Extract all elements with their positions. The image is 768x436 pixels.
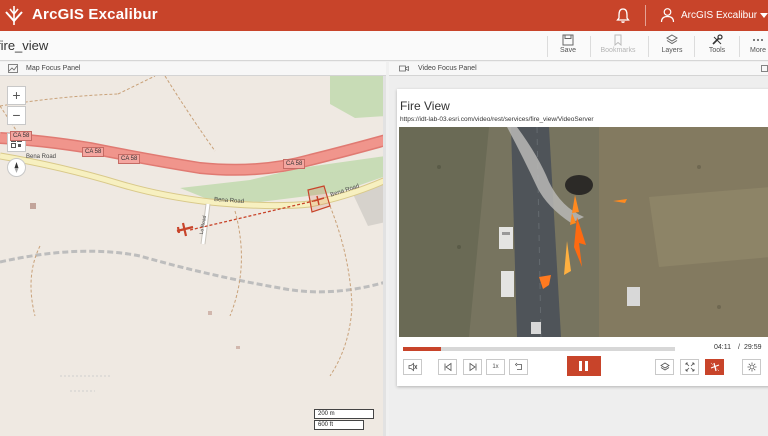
excalibur-logo-icon (5, 6, 23, 25)
video-panel: Fire View https://idt-lab-03.esri.com/vi… (389, 76, 768, 436)
maximize-icon[interactable] (761, 65, 768, 72)
save-button[interactable]: Save (556, 34, 580, 54)
layers-icon (659, 362, 670, 371)
gear-icon (747, 362, 756, 372)
more-icon (753, 39, 763, 41)
page-title: fire_view (0, 38, 49, 53)
map-view[interactable]: + − CA 58 CA 58 CA 58 CA 58 Bena Road Be… (0, 76, 386, 436)
toolbar-divider (648, 36, 649, 57)
pause-icon (579, 361, 582, 371)
layers-icon (666, 34, 678, 45)
save-icon (562, 34, 574, 46)
time-separator: / (738, 344, 740, 351)
video-progress-fill (403, 347, 442, 351)
tools-label: Tools (708, 47, 726, 54)
toolbar-divider (547, 36, 548, 57)
follow-sensor-button[interactable] (705, 359, 724, 375)
bookmarks-label: Bookmarks (600, 47, 636, 54)
bookmarks-button[interactable]: Bookmarks (598, 34, 638, 54)
step-back-button[interactable] (438, 359, 457, 375)
video-frame[interactable] (399, 127, 768, 337)
toolbar-divider (739, 36, 740, 57)
zoom-out-button[interactable]: − (7, 106, 26, 125)
replay-button[interactable] (509, 359, 528, 375)
video-settings-button[interactable] (742, 359, 761, 375)
street-label: Bena Road (26, 154, 57, 160)
step-forward-button[interactable] (463, 359, 482, 375)
more-button[interactable]: More (747, 34, 768, 54)
basemap[interactable] (0, 76, 386, 436)
playback-speed-button[interactable]: 1x (486, 359, 505, 375)
speaker-muted-icon (408, 362, 417, 372)
save-label: Save (560, 47, 576, 54)
video-camera-icon (399, 65, 409, 72)
scale-imperial: 600 ft (314, 420, 364, 430)
compass-icon (14, 162, 19, 173)
tools-icon (712, 34, 723, 45)
app-title: ArcGIS Excalibur (32, 6, 158, 23)
notifications-bell-icon[interactable] (615, 7, 631, 24)
mute-button[interactable] (403, 359, 422, 375)
video-layers-button[interactable] (655, 359, 674, 375)
duration: 29:59 (744, 344, 762, 351)
fullscreen-button[interactable] (680, 359, 699, 375)
aerial-fire-footage (399, 127, 768, 337)
chevron-down-icon[interactable] (760, 13, 768, 18)
current-time: 04:11 (714, 344, 731, 351)
user-name[interactable]: ArcGIS Excalibur (681, 10, 757, 21)
header-divider (645, 5, 646, 26)
map-panel-header: Map Focus Panel (0, 62, 386, 76)
aircraft-sensor-icon[interactable] (176, 222, 194, 238)
more-label: More (750, 47, 766, 54)
layers-label: Layers (661, 47, 683, 54)
video-url[interactable]: https://idt-lab-03.esri.com/video/rest/s… (400, 116, 594, 123)
expand-icon (685, 362, 694, 372)
scale-metric: 200 m (314, 409, 374, 419)
road-label: CA 58 (10, 131, 33, 141)
pause-button[interactable] (567, 356, 601, 376)
map-icon (8, 64, 18, 73)
user-avatar-icon[interactable] (660, 7, 675, 23)
road-label: CA 58 (118, 154, 141, 164)
video-player: Fire View https://idt-lab-03.esri.com/vi… (397, 89, 768, 386)
app-header: ArcGIS Excalibur ArcGIS Excalibur (0, 0, 768, 31)
bookmark-icon (614, 34, 622, 46)
tools-button[interactable]: Tools (705, 34, 729, 54)
project-toolbar: fire_view Save Bookmarks Layers Tools Mo… (0, 31, 768, 61)
toolbar-divider (590, 36, 591, 57)
aircraft-icon (710, 362, 719, 372)
replay-icon (514, 362, 522, 370)
frame-center-icon (313, 195, 325, 206)
map-panel-title: Map Focus Panel (26, 65, 81, 72)
video-panel-title: Video Focus Panel (418, 65, 477, 72)
step-back-icon (444, 362, 451, 372)
toolbar-divider (694, 36, 695, 57)
road-label: CA 58 (283, 159, 306, 169)
video-panel-header: Video Focus Panel (389, 62, 768, 76)
zoom-in-button[interactable]: + (7, 86, 26, 105)
pause-icon (585, 361, 588, 371)
video-title: Fire View (400, 99, 450, 113)
layers-button[interactable]: Layers (660, 34, 684, 54)
step-forward-icon (469, 362, 476, 372)
video-progress-bar[interactable] (403, 347, 675, 351)
road-label: CA 58 (82, 147, 105, 157)
compass-button[interactable] (7, 158, 26, 177)
